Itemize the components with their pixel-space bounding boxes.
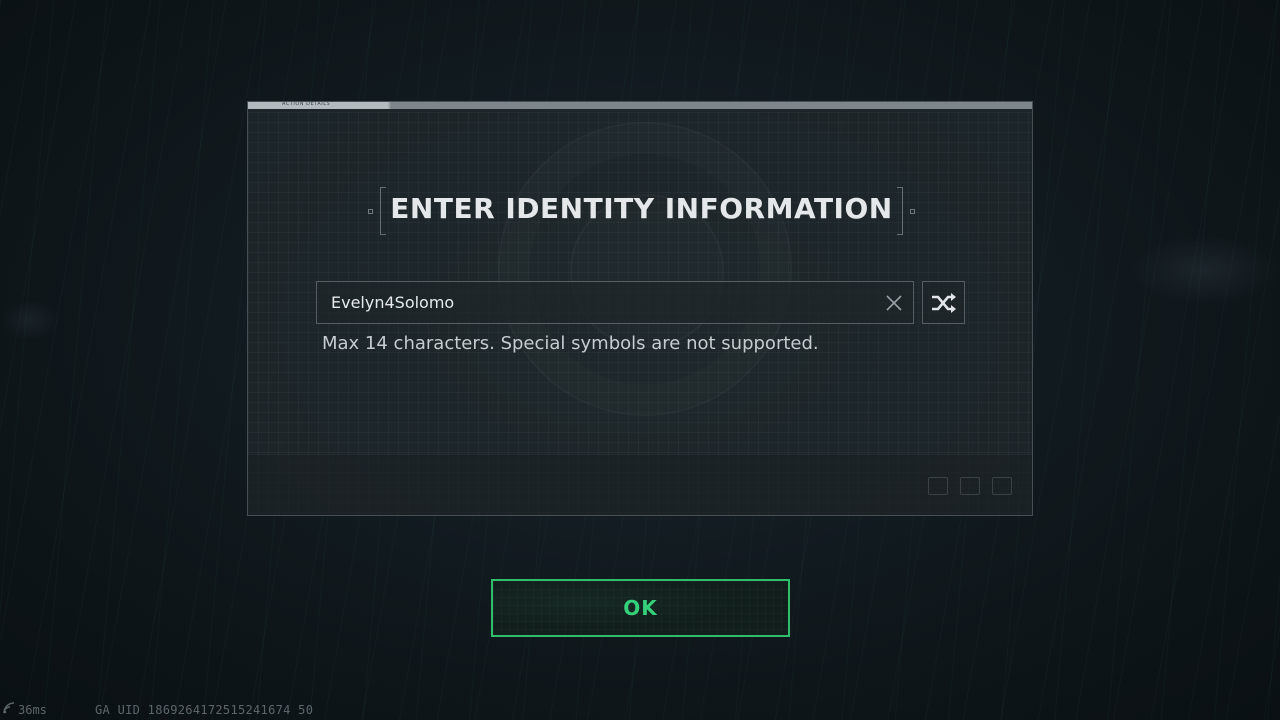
ok-button[interactable]: OK: [491, 579, 790, 637]
ping-readout: 36ms: [18, 703, 47, 717]
corner-marker: [928, 477, 948, 495]
dialog-bottom-strip: [248, 454, 1032, 515]
frame-bracket-right: [897, 187, 903, 235]
user-id: GA UID 1869264172515241674 50: [95, 703, 314, 717]
emblem-watermark: [498, 122, 792, 416]
wifi-icon: [3, 702, 15, 714]
close-icon: [886, 295, 902, 311]
randomize-name-button[interactable]: [922, 281, 965, 324]
dialog-tab: ACTION DETAILS: [248, 102, 388, 109]
screen: ACTION DETAILS ENTER IDENTITY INFORMATIO…: [0, 0, 1280, 720]
dialog-top-bar: ACTION DETAILS: [248, 102, 1032, 109]
corner-marker: [960, 477, 980, 495]
dialog-title: ENTER IDENTITY INFORMATION: [390, 192, 893, 225]
name-input[interactable]: Evelyn4Solomo: [316, 281, 914, 324]
corner-marker: [992, 477, 1012, 495]
clear-input-button[interactable]: [881, 290, 907, 316]
dialog-tab-label: ACTION DETAILS: [282, 101, 331, 107]
name-input-value: Evelyn4Solomo: [331, 293, 455, 312]
shuffle-icon: [932, 293, 956, 313]
background-blur: [1130, 235, 1280, 305]
background-blur: [0, 300, 60, 340]
title-frame: ENTER IDENTITY INFORMATION: [368, 187, 915, 235]
frame-dot: [910, 209, 915, 214]
input-hint: Max 14 characters. Special symbols are n…: [322, 333, 819, 354]
ok-button-label: OK: [623, 596, 658, 620]
status-footer: 36ms GA UID 1869264172515241674 50: [0, 700, 500, 720]
identity-dialog: ACTION DETAILS ENTER IDENTITY INFORMATIO…: [247, 101, 1033, 516]
frame-dot: [368, 209, 373, 214]
corner-markers: [928, 477, 1012, 495]
